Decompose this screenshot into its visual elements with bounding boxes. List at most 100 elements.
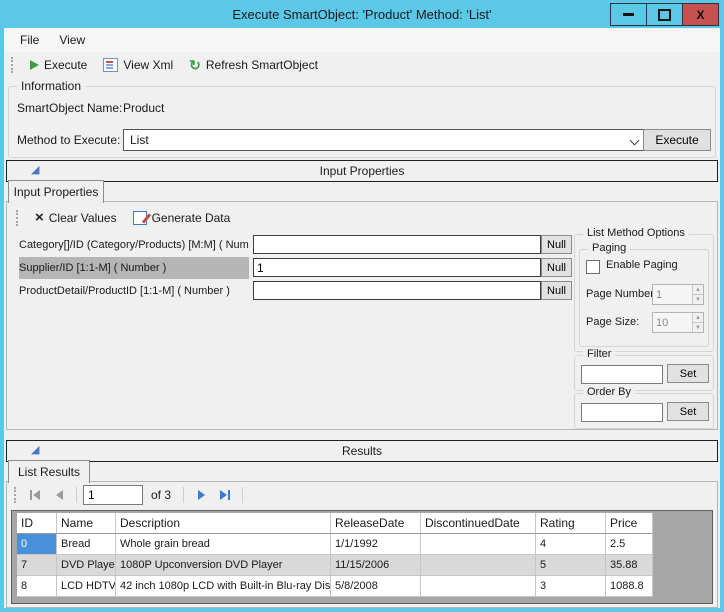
menu-item-view[interactable]: View xyxy=(49,30,95,50)
move-last-button[interactable] xyxy=(214,485,236,505)
execute-toolbar-button[interactable]: Execute xyxy=(25,55,92,75)
clear-values-label: Clear Values xyxy=(49,211,117,225)
grid-cell[interactable]: DVD Player xyxy=(57,555,116,576)
tab-list-results-label: List Results xyxy=(18,465,80,479)
window-title: Execute SmartObject: 'Product' Method: '… xyxy=(232,7,491,22)
grid-row[interactable]: 0BreadWhole grain bread1/1/1992 42.5 xyxy=(17,534,712,555)
grid-cell[interactable]: 3 xyxy=(536,576,606,597)
grid-cell[interactable]: Bread xyxy=(57,534,116,555)
close-button[interactable]: X xyxy=(682,3,719,26)
grid-cell[interactable]: 1080P Upconversion DVD Player xyxy=(116,555,331,576)
property-value-input[interactable] xyxy=(253,235,541,254)
property-value-input[interactable] xyxy=(253,258,541,277)
toolbar-grip[interactable] xyxy=(16,210,21,226)
last-bar-icon xyxy=(228,490,230,500)
move-first-button[interactable] xyxy=(24,485,46,505)
grid-body: 0BreadWhole grain bread1/1/199242.57DVD … xyxy=(17,534,712,597)
grid-row[interactable]: 7DVD Player1080P Upconversion DVD Player… xyxy=(17,555,712,576)
results-grid[interactable]: IDNameDescriptionReleaseDateDiscontinued… xyxy=(11,510,713,604)
results-header[interactable]: ◢ Results xyxy=(6,440,718,462)
generate-data-button[interactable]: Generate Data xyxy=(128,208,236,228)
maximize-icon xyxy=(658,9,671,21)
page-size-spinner[interactable]: ▲▼ xyxy=(652,312,704,333)
grid-cell[interactable]: 35.88 xyxy=(606,555,653,576)
titlebar[interactable]: Execute SmartObject: 'Product' Method: '… xyxy=(0,0,724,28)
main-toolbar: Execute View Xml ↻ Refresh SmartObject xyxy=(4,52,720,78)
execute-button[interactable]: Execute xyxy=(643,129,711,151)
view-xml-button[interactable]: View Xml xyxy=(98,55,178,75)
record-count-label: of 3 xyxy=(151,488,171,502)
toolbar-grip[interactable] xyxy=(11,57,16,73)
page-number-input[interactable] xyxy=(653,285,692,304)
grid-cell[interactable]: 2.5 xyxy=(606,534,653,555)
grid-column-header[interactable]: ID xyxy=(17,513,57,534)
grid-cell[interactable]: 42 inch 1080p LCD with Built-in Blu-ray … xyxy=(116,576,331,597)
tab-input-properties[interactable]: Input Properties xyxy=(8,180,104,203)
page-size-input[interactable] xyxy=(653,313,692,332)
maximize-button[interactable] xyxy=(646,3,683,26)
grid-column-header[interactable]: Description xyxy=(116,513,331,534)
order-by-set-button[interactable]: Set xyxy=(667,402,709,421)
grid-cell[interactable]: 1088.8 xyxy=(606,576,653,597)
grid-cell[interactable]: 8 xyxy=(17,576,57,597)
grid-row[interactable]: 8LCD HDTV42 inch 1080p LCD with Built-in… xyxy=(17,576,712,597)
grid-cell[interactable] xyxy=(421,555,536,576)
spinner-down-icon[interactable]: ▼ xyxy=(693,323,703,332)
property-label: ProductDetail/ProductID [1:1-M] ( Number… xyxy=(19,280,249,302)
grid-cell[interactable]: 11/15/2006 xyxy=(331,555,421,576)
list-method-options-label: List Method Options xyxy=(583,227,689,239)
spinner-buttons[interactable]: ▲▼ xyxy=(692,313,703,332)
spinner-up-icon[interactable]: ▲ xyxy=(693,285,703,295)
minimize-button[interactable] xyxy=(610,3,647,26)
collapse-icon[interactable]: ◢ xyxy=(31,445,39,456)
grid-column-header[interactable]: Rating xyxy=(536,513,606,534)
grid-column-header[interactable]: Price xyxy=(606,513,653,534)
method-combobox-value: List xyxy=(130,133,149,147)
filter-set-button[interactable]: Set xyxy=(667,364,709,383)
paging-group: Paging Enable Paging Page Number: ▲▼ Pag… xyxy=(579,249,709,347)
property-label: Category[]/ID (Category/Products) [M:M] … xyxy=(19,234,249,256)
grid-cell[interactable]: 0 xyxy=(17,534,57,555)
current-position-input[interactable] xyxy=(83,485,143,505)
method-to-execute-label: Method to Execute: xyxy=(17,133,120,147)
grid-cell[interactable]: 1/1/1992 xyxy=(331,534,421,555)
menubar: FileView xyxy=(4,28,720,52)
clear-values-button[interactable]: × Clear Values xyxy=(30,208,122,228)
refresh-smartobject-button[interactable]: ↻ Refresh SmartObject xyxy=(184,55,323,75)
spinner-down-icon[interactable]: ▼ xyxy=(693,295,703,304)
grid-cell[interactable]: 5 xyxy=(536,555,606,576)
play-icon xyxy=(30,60,39,70)
grid-cell[interactable] xyxy=(421,534,536,555)
grid-header-row: IDNameDescriptionReleaseDateDiscontinued… xyxy=(17,513,712,534)
move-previous-button[interactable] xyxy=(48,485,70,505)
toolbar-grip[interactable] xyxy=(14,487,19,503)
grid-cell[interactable]: Whole grain bread xyxy=(116,534,331,555)
input-property-row: ProductDetail/ProductID [1:1-M] ( Number… xyxy=(13,280,573,303)
move-next-button[interactable] xyxy=(190,485,212,505)
grid-cell[interactable]: 4 xyxy=(536,534,606,555)
property-value-input[interactable] xyxy=(253,281,541,300)
null-button[interactable]: Null xyxy=(541,281,572,300)
grid-cell[interactable] xyxy=(421,576,536,597)
grid-cell[interactable]: 7 xyxy=(17,555,57,576)
null-button[interactable]: Null xyxy=(541,258,572,277)
order-by-input[interactable] xyxy=(581,403,663,422)
collapse-icon[interactable]: ◢ xyxy=(31,165,39,176)
tab-list-results[interactable]: List Results xyxy=(8,460,90,483)
null-button[interactable]: Null xyxy=(541,235,572,254)
grid-column-header[interactable]: Name xyxy=(57,513,116,534)
grid-cell[interactable]: LCD HDTV xyxy=(57,576,116,597)
enable-paging-checkbox[interactable] xyxy=(586,260,600,274)
menu-item-file[interactable]: File xyxy=(10,30,49,50)
filter-input[interactable] xyxy=(581,365,663,384)
grid-column-header[interactable]: ReleaseDate xyxy=(331,513,421,534)
spinner-up-icon[interactable]: ▲ xyxy=(693,313,703,323)
page-number-spinner[interactable]: ▲▼ xyxy=(652,284,704,305)
generate-data-label: Generate Data xyxy=(152,211,231,225)
spinner-buttons[interactable]: ▲▼ xyxy=(692,285,703,304)
enable-paging-label: Enable Paging xyxy=(606,259,678,271)
method-combobox[interactable]: List xyxy=(123,129,647,151)
grid-cell[interactable]: 5/8/2008 xyxy=(331,576,421,597)
input-properties-header[interactable]: ◢ Input Properties xyxy=(6,160,718,182)
grid-column-header[interactable]: DiscontinuedDate xyxy=(421,513,536,534)
